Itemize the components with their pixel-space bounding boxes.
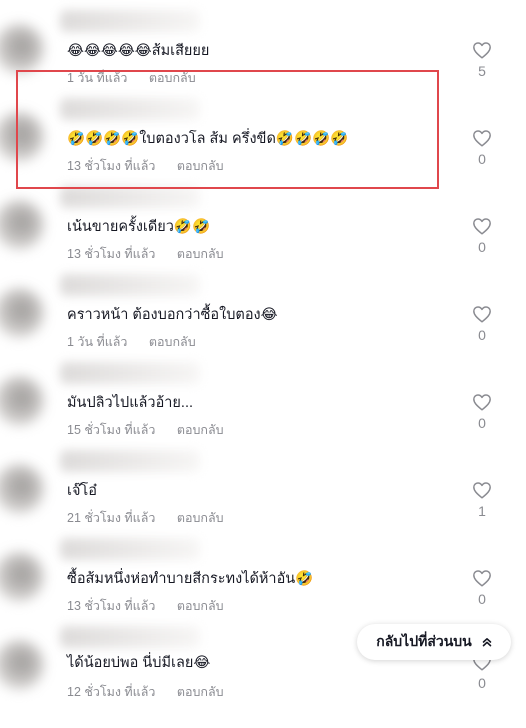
avatar[interactable] xyxy=(0,464,44,514)
avatar[interactable] xyxy=(0,552,44,602)
like-count: 0 xyxy=(478,415,486,431)
avatar[interactable] xyxy=(0,376,44,426)
reply-button[interactable]: ตอบกลับ xyxy=(177,156,224,176)
comment-text: ซื้อส้มหนึ่งห่อทำบายสีกระทงได้ห้าอัน🤣 xyxy=(67,571,314,587)
like-count: 0 xyxy=(478,675,486,691)
username-blurred xyxy=(60,10,200,32)
back-to-top-button[interactable]: กลับไปที่ส่วนบน xyxy=(357,624,511,660)
comment-meta: 12 ชั่วโมง ที่แล้ว ตอบกลับ xyxy=(67,682,224,702)
like-count: 0 xyxy=(478,327,486,343)
comment-time: 1 วัน ที่แล้ว xyxy=(67,71,128,85)
username-blurred xyxy=(60,450,200,472)
comment-time: 21 ชั่วโมง ที่แล้ว xyxy=(67,511,156,525)
comment-time: 13 ชั่วโมง ที่แล้ว xyxy=(67,159,156,173)
comment-text: ได้น้อยบ่พอ นี่บ่มีเลย😂 xyxy=(67,655,211,671)
like-button[interactable]: 5 xyxy=(468,41,496,79)
reply-button[interactable]: ตอบกลับ xyxy=(177,244,224,264)
comment-meta: 13 ชั่วโมง ที่แล้ว ตอบกลับ xyxy=(67,596,224,616)
like-count: 0 xyxy=(478,151,486,167)
comment-meta: 13 ชั่วโมง ที่แล้ว ตอบกลับ xyxy=(67,244,224,264)
reply-button[interactable]: ตอบกลับ xyxy=(177,596,224,616)
reply-button[interactable]: ตอบกลับ xyxy=(149,332,196,352)
comment-list: 😂😂😂😂😂ส้มเสียยย 1 วัน ที่แล้ว ตอบกลับ 5 🤣… xyxy=(0,0,526,699)
comment-meta: 15 ชั่วโมง ที่แล้ว ตอบกลับ xyxy=(67,420,224,440)
avatar[interactable] xyxy=(0,112,44,162)
like-button[interactable]: 0 xyxy=(468,217,496,255)
username-blurred xyxy=(60,626,200,648)
avatar[interactable] xyxy=(0,640,44,690)
comment-meta: 1 วัน ที่แล้ว ตอบกลับ xyxy=(67,68,196,88)
comment-text: เจ๊โอ๋ xyxy=(67,483,97,499)
comment-time: 12 ชั่วโมง ที่แล้ว xyxy=(67,685,156,699)
comment-text: คราวหน้า ต้องบอกว่าซื้อใบตอง😂 xyxy=(67,307,278,323)
like-button[interactable]: 0 xyxy=(468,393,496,431)
reply-button[interactable]: ตอบกลับ xyxy=(177,508,224,528)
heart-icon xyxy=(473,218,491,235)
like-button[interactable]: 0 xyxy=(468,305,496,343)
avatar[interactable] xyxy=(0,200,44,250)
heart-icon xyxy=(473,394,491,411)
comment-time: 13 ชั่วโมง ที่แล้ว xyxy=(67,247,156,261)
like-count: 1 xyxy=(478,503,486,519)
like-button[interactable]: 0 xyxy=(468,129,496,167)
comment-meta: 13 ชั่วโมง ที่แล้ว ตอบกลับ xyxy=(67,156,224,176)
back-to-top-label: กลับไปที่ส่วนบน xyxy=(376,633,472,649)
username-blurred xyxy=(60,274,200,296)
avatar[interactable] xyxy=(0,24,44,74)
comment-meta: 21 ชั่วโมง ที่แล้ว ตอบกลับ xyxy=(67,508,224,528)
comment-time: 13 ชั่วโมง ที่แล้ว xyxy=(67,599,156,613)
comment-time: 15 ชั่วโมง ที่แล้ว xyxy=(67,423,156,437)
heart-icon xyxy=(473,42,491,59)
like-button[interactable]: 0 xyxy=(468,569,496,607)
comment-text: 😂😂😂😂😂ส้มเสียยย xyxy=(67,43,210,59)
comment-meta: 1 วัน ที่แล้ว ตอบกลับ xyxy=(67,332,196,352)
comment-time: 1 วัน ที่แล้ว xyxy=(67,335,128,349)
like-count: 5 xyxy=(478,63,486,79)
double-chevron-up-icon xyxy=(482,637,492,647)
comment-text: 🤣🤣🤣🤣ใบตองวโล ส้ม ครึ่งขีด🤣🤣🤣🤣 xyxy=(67,131,349,147)
avatar[interactable] xyxy=(0,288,44,338)
reply-button[interactable]: ตอบกลับ xyxy=(177,682,224,702)
comment-text: มันปลิวไปแล้วอ้าย... xyxy=(67,395,194,411)
heart-icon xyxy=(473,570,491,587)
username-blurred xyxy=(60,362,200,384)
like-count: 0 xyxy=(478,591,486,607)
comment-text: เน้นขายครั้งเดียว🤣🤣 xyxy=(67,219,211,235)
heart-icon xyxy=(473,482,491,499)
reply-button[interactable]: ตอบกลับ xyxy=(149,68,196,88)
like-count: 0 xyxy=(478,239,486,255)
like-button[interactable]: 1 xyxy=(468,481,496,519)
username-blurred xyxy=(60,186,200,208)
username-blurred xyxy=(60,98,200,120)
heart-icon xyxy=(473,306,491,323)
heart-icon xyxy=(473,130,491,147)
username-blurred xyxy=(60,538,200,560)
reply-button[interactable]: ตอบกลับ xyxy=(177,420,224,440)
